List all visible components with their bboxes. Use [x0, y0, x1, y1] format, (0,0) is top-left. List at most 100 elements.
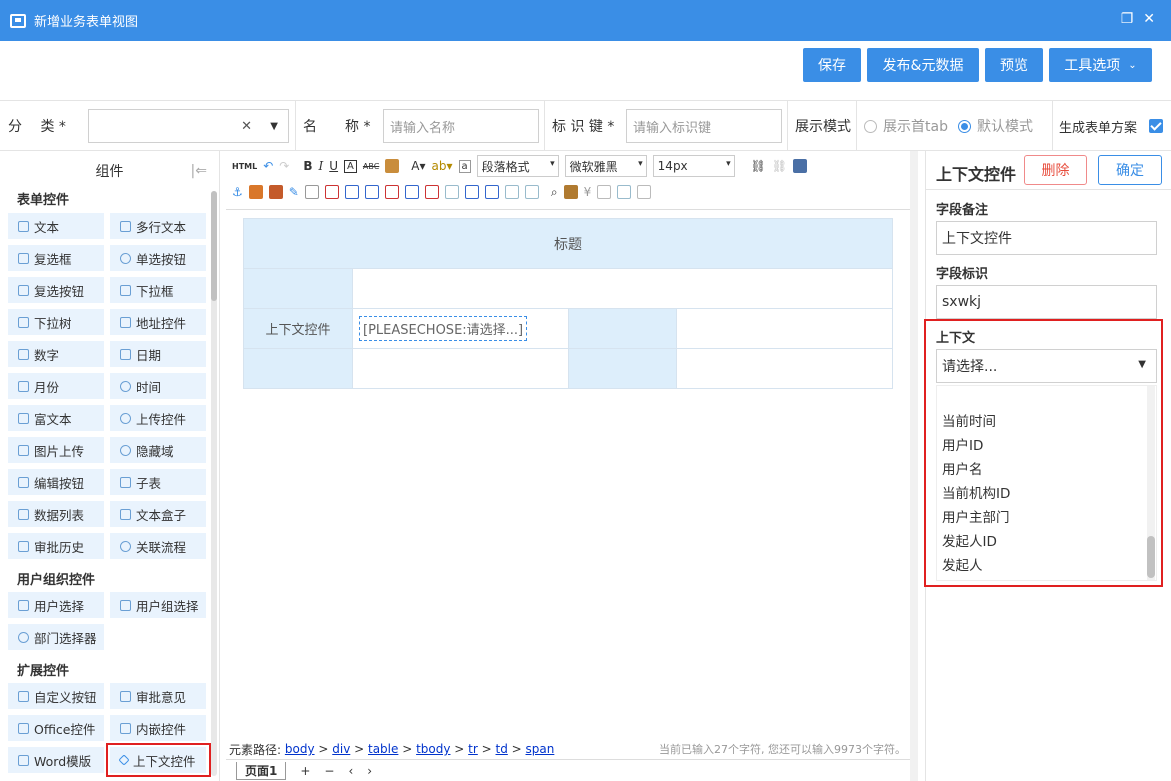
italic-icon[interactable]: I [319, 159, 324, 173]
comp-subtable[interactable]: 子表 [110, 469, 206, 495]
link-icon[interactable]: ⛓ [751, 159, 766, 173]
comp-radio[interactable]: 单选按钮 [110, 245, 206, 271]
split-icon[interactable] [424, 185, 439, 199]
comp-data-list[interactable]: 数据列表 [8, 501, 104, 527]
key-field-input[interactable]: sxwkj [936, 285, 1157, 319]
delete-row-icon[interactable] [364, 185, 379, 199]
comp-time[interactable]: 时间 [110, 373, 206, 399]
undo-icon[interactable]: ↶ [263, 159, 273, 173]
brush-icon[interactable]: ✎ [289, 185, 299, 199]
table-icon[interactable] [304, 185, 319, 199]
name-input[interactable]: 请输入名称 [383, 109, 539, 143]
scrollbar[interactable] [910, 151, 918, 781]
comp-date[interactable]: 日期 [110, 341, 206, 367]
merge-down-icon[interactable] [404, 185, 419, 199]
table-title[interactable]: 标题 [243, 218, 893, 269]
remove-page-button[interactable]: − [324, 764, 334, 778]
add-page-button[interactable]: + [300, 764, 310, 778]
tools-button[interactable]: 工具选项 ⌄ [1049, 48, 1152, 82]
confirm-button[interactable]: 确定 [1098, 155, 1162, 185]
restore-icon[interactable]: ❐ [1121, 11, 1134, 27]
html-icon[interactable]: HTML [232, 162, 257, 171]
image-icon[interactable] [248, 185, 263, 199]
collapse-icon[interactable]: |⇐ [191, 163, 207, 179]
comp-dept-select[interactable]: 部门选择器 [8, 624, 104, 650]
prev-page-button[interactable]: ‹ [348, 764, 353, 778]
delete-table-icon[interactable] [524, 185, 539, 199]
comp-upload[interactable]: 上传控件 [110, 405, 206, 431]
comp-user-select[interactable]: 用户选择 [8, 592, 104, 618]
split-rows-icon[interactable] [444, 185, 459, 199]
find-icon[interactable] [617, 185, 632, 199]
page-tab[interactable]: 页面1 [236, 761, 287, 780]
comp-richtext[interactable]: 富文本 [8, 405, 104, 431]
key-input[interactable]: 请输入标识键 [626, 109, 782, 143]
comp-word-template[interactable]: Word模版 [8, 747, 104, 773]
highlight-icon[interactable]: ab▾ [432, 159, 453, 173]
search-replace-icon[interactable]: ⌕ [551, 185, 558, 200]
preview-icon[interactable] [793, 159, 808, 173]
comp-approval-opinion[interactable]: 审批意见 [110, 683, 206, 709]
insert-col-icon[interactable] [344, 185, 359, 199]
path-body[interactable]: body [285, 742, 315, 756]
close-icon[interactable]: ✕ [1143, 11, 1155, 27]
comp-text-box[interactable]: 文本盒子 [110, 501, 206, 527]
category-select[interactable]: ✕ ▼ [88, 109, 289, 143]
path-tr[interactable]: tr [468, 742, 478, 756]
path-div[interactable]: div [332, 742, 350, 756]
comp-textarea[interactable]: 多行文本 [110, 213, 206, 239]
merge-right-icon[interactable] [384, 185, 399, 199]
underline-icon[interactable]: U [329, 159, 338, 173]
path-table[interactable]: table [368, 742, 398, 756]
clear-icon[interactable]: ✕ [241, 119, 252, 134]
table-cell[interactable] [568, 308, 677, 349]
path-td[interactable]: td [496, 742, 508, 756]
table-cell[interactable] [676, 308, 893, 349]
row-label[interactable]: 上下文控件 [243, 308, 353, 349]
money-icon[interactable]: ¥ [584, 185, 592, 199]
bold-icon[interactable]: B [303, 159, 312, 173]
font-select[interactable]: 微软雅黑 ▾ [564, 155, 647, 177]
comp-checkbox[interactable]: 复选框 [8, 245, 104, 271]
mode-default-radio[interactable]: 默认模式 [958, 101, 1033, 151]
path-span[interactable]: span [526, 742, 555, 756]
context-control-tag[interactable]: [PLEASECHOSE:请选择...] [359, 316, 528, 341]
table-props-icon[interactable] [484, 185, 499, 199]
table-cell[interactable] [243, 268, 353, 309]
font-color-icon[interactable]: A▾ [411, 159, 425, 173]
comp-hidden[interactable]: 隐藏域 [110, 437, 206, 463]
delete-button[interactable]: 删除 [1024, 155, 1087, 185]
comp-related-flow[interactable]: 关联流程 [110, 533, 206, 559]
preview-button[interactable]: 预览 [985, 48, 1043, 82]
comp-usergroup-select[interactable]: 用户组选择 [110, 592, 206, 618]
date-icon[interactable] [597, 185, 612, 199]
table-cell[interactable]: [PLEASECHOSE:请选择...] [352, 308, 569, 349]
gen-plan-checkbox[interactable] [1149, 101, 1163, 151]
blank-icon[interactable] [637, 185, 652, 199]
size-select[interactable]: 14px ▾ [652, 155, 735, 177]
comp-number[interactable]: 数字 [8, 341, 104, 367]
cell-props-icon[interactable] [504, 185, 519, 199]
table-cell[interactable] [676, 348, 893, 389]
auto-format-icon[interactable]: a [458, 159, 471, 173]
comp-edit-button[interactable]: 编辑按钮 [8, 469, 104, 495]
comp-month[interactable]: 月份 [8, 373, 104, 399]
comp-text[interactable]: 文本 [8, 213, 104, 239]
unlink-icon[interactable]: ⛓ [772, 159, 787, 173]
split-cols-icon[interactable] [464, 185, 479, 199]
comp-checkbutton[interactable]: 复选按钮 [8, 277, 104, 303]
table-cell[interactable] [352, 268, 893, 309]
redo-icon[interactable]: ↷ [279, 159, 289, 173]
comp-dropdown-tree[interactable]: 下拉树 [8, 309, 104, 335]
strikethrough-icon[interactable]: ABC [363, 162, 379, 171]
mode-first-tab-radio[interactable]: 展示首tab [864, 101, 948, 151]
table-cell[interactable] [568, 348, 677, 389]
template-icon[interactable] [563, 185, 578, 199]
insert-row-icon[interactable] [324, 185, 339, 199]
paste-icon[interactable] [385, 159, 400, 173]
multi-image-icon[interactable] [268, 185, 283, 199]
table-cell[interactable] [352, 348, 569, 389]
comp-address[interactable]: 地址控件 [110, 309, 206, 335]
anchor-icon[interactable]: ⚓ [232, 185, 243, 199]
next-page-button[interactable]: › [367, 764, 372, 778]
